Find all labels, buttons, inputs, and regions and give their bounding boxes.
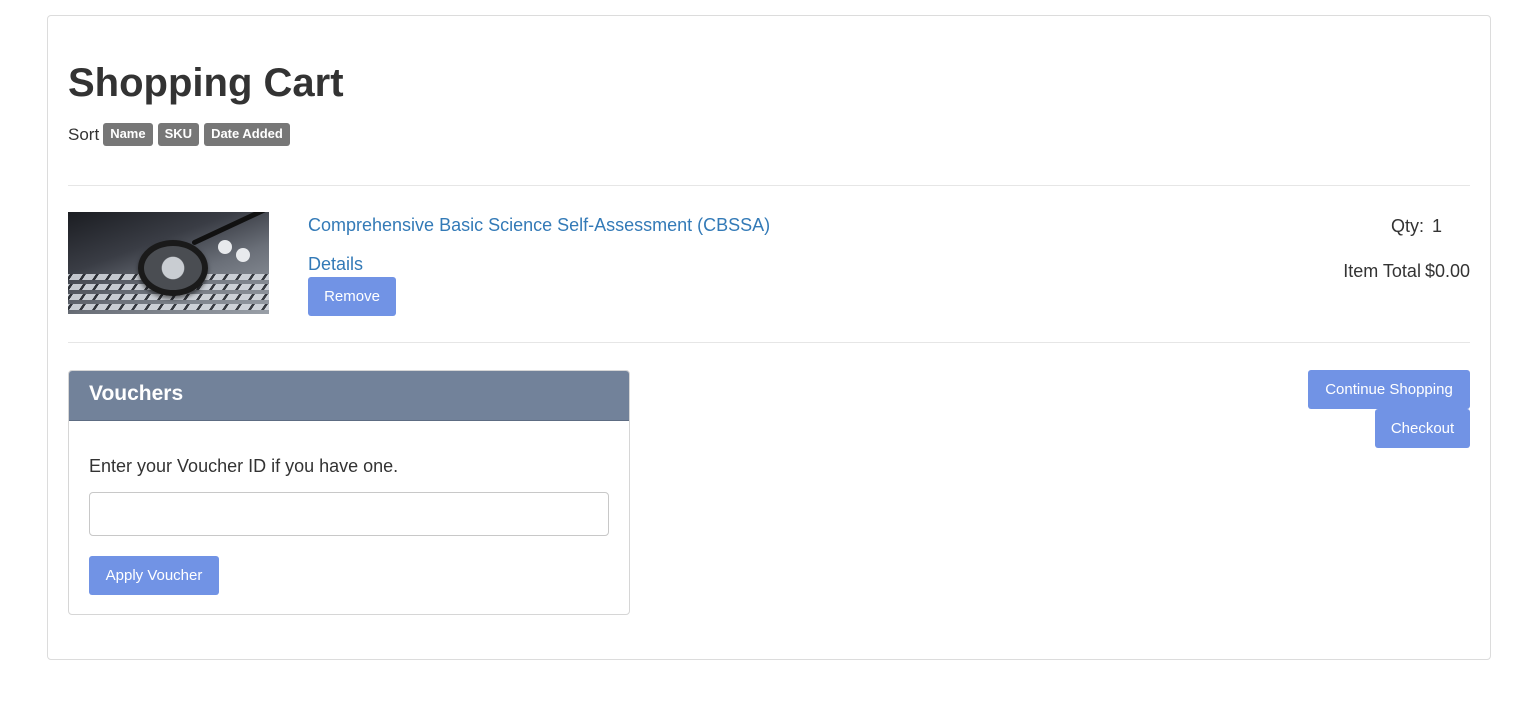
qty-value: 1	[1431, 216, 1442, 236]
item-total-label: Item Total	[1343, 261, 1421, 281]
product-thumbnail	[68, 212, 269, 314]
apply-voucher-button[interactable]: Apply Voucher	[89, 556, 219, 595]
voucher-help-text: Enter your Voucher ID if you have one.	[89, 456, 399, 476]
divider	[68, 342, 1470, 343]
checkout-button[interactable]: Checkout	[1375, 409, 1470, 448]
keyboard-keys-row	[68, 304, 269, 310]
sort-by-name-button[interactable]: Name	[103, 123, 153, 146]
voucher-id-input[interactable]	[89, 492, 609, 536]
qty-label: Qty:	[1390, 216, 1424, 236]
quantity-display: Qty: 1	[1391, 216, 1442, 237]
continue-shopping-button[interactable]: Continue Shopping	[1308, 370, 1470, 409]
vouchers-panel: Vouchers Enter your Voucher ID if you ha…	[68, 370, 630, 615]
stethoscope-earpiece	[218, 240, 232, 254]
sort-bar: Sort Name SKU Date Added	[68, 123, 295, 146]
sort-by-date-added-button[interactable]: Date Added	[204, 123, 290, 146]
product-name-link[interactable]: Comprehensive Basic Science Self-Assessm…	[308, 215, 770, 236]
item-total-value: $0.00	[1424, 261, 1470, 281]
stethoscope-chestpiece	[138, 240, 208, 296]
stethoscope-tube	[191, 212, 269, 246]
vouchers-heading: Vouchers	[69, 371, 629, 421]
product-details-link[interactable]: Details	[308, 254, 363, 275]
page-title: Shopping Cart	[68, 61, 344, 105]
stethoscope-earpiece	[236, 248, 250, 262]
cart-content: Shopping Cart Sort Name SKU Date Added C…	[68, 16, 1470, 659]
sort-label: Sort	[68, 124, 100, 144]
divider	[68, 185, 1470, 186]
shopping-cart-card: Shopping Cart Sort Name SKU Date Added C…	[47, 15, 1491, 660]
item-total: Item Total $0.00	[1343, 261, 1470, 282]
remove-button[interactable]: Remove	[308, 277, 396, 316]
sort-by-sku-button[interactable]: SKU	[157, 123, 200, 146]
